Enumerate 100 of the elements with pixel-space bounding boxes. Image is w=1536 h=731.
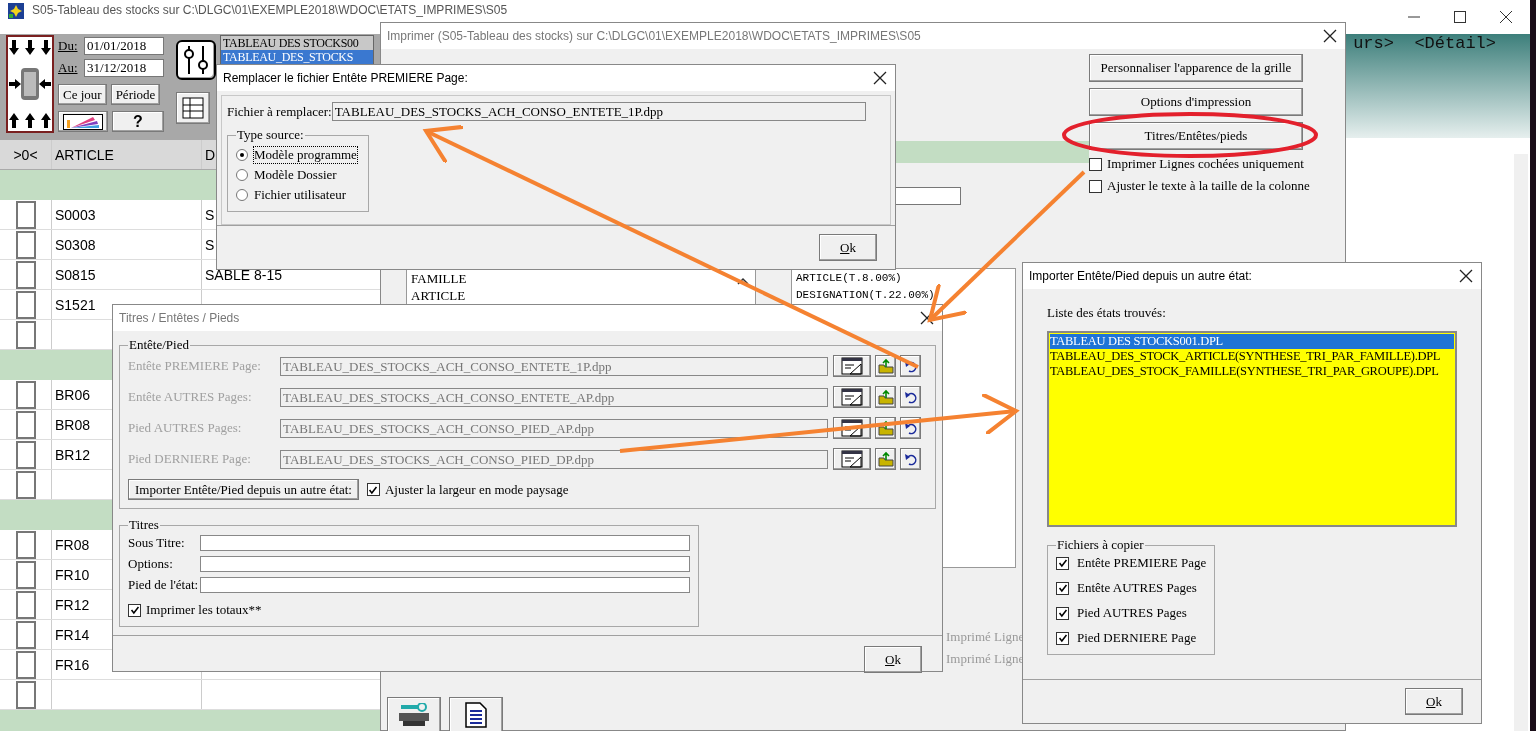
period-button[interactable]: Période [110, 84, 161, 105]
option-button[interactable]: Options d'impression [1089, 88, 1303, 116]
date-field[interactable]: 31/12/2018 [84, 59, 164, 77]
window-title: Importer Entête/Pied depuis un autre état: [1029, 269, 1252, 283]
list-item[interactable]: TABLEAU_DES_STOCKS [221, 50, 373, 64]
column-header[interactable]: >0< [0, 140, 52, 169]
close-icon[interactable] [1459, 269, 1473, 283]
checkbox[interactable] [15, 410, 36, 439]
file-field: TABLEAU_DES_STOCKS_ACH_CONSO_ENTETE_AP.dpp [280, 387, 828, 407]
undo-icon [903, 390, 918, 404]
table-cell: S0815 [55, 266, 96, 283]
file-field[interactable]: TABLEAU_DES_STOCKS_ACH_CONSO_ENTETE_1P.dpp [331, 102, 866, 121]
document-icon [464, 702, 488, 728]
preview-button[interactable] [449, 697, 503, 731]
maximize-icon[interactable] [1454, 11, 1466, 23]
open-file-button[interactable] [875, 355, 896, 377]
checkbox[interactable] [1089, 157, 1102, 171]
close-icon[interactable] [920, 311, 934, 325]
radio-button[interactable] [236, 169, 248, 181]
option-button[interactable]: Personnaliser l'apparence de la grille [1089, 54, 1303, 82]
table-cell: FR12 [55, 596, 90, 613]
list-item[interactable]: TABLEAU_DES_STOCK_ARTICLE(SYNTHESE_TRI_PAR_FAMILLE).DPL [1050, 349, 1454, 364]
folder-arrow-icon [877, 420, 894, 436]
checkbox[interactable] [15, 680, 36, 709]
edit-button[interactable] [833, 448, 871, 470]
field-label: Entête AUTRES Pages: [128, 389, 253, 405]
scroll-up-icon[interactable] [737, 277, 749, 285]
checkbox[interactable] [15, 620, 36, 649]
column-header[interactable]: ARTICLE [52, 140, 202, 169]
import-button[interactable]: Importer Entête/Pied depuis un autre état: [128, 479, 359, 500]
window-title: Imprimer (S05-Tableau des stocks) sur C:\DLGC\01\EXEMPLE2018\WDOC\ETATS_IMPRIMES\S05 [387, 29, 921, 43]
states-list[interactable]: TABLEAU DES STOCKS001.DPL TABLEAU_DES_STOCK_ARTICLE(SYNTHESE_TRI_PAR_FAMILLE).DPL TABLEAU_DES_STOCK_FAMILLE(SYNTHESE_TRI_PAR_GROUPE).DPL [1047, 331, 1457, 527]
option-button[interactable]: Titres/Entêtes/pieds [1089, 122, 1303, 150]
list-item[interactable]: TABLEAU DES STOCKS001.DPL [1050, 334, 1454, 349]
grid-button[interactable] [176, 92, 210, 124]
checkbox[interactable] [15, 260, 36, 289]
checkbox[interactable] [15, 560, 36, 589]
table-cell: BR12 [55, 446, 91, 463]
file-field: TABLEAU_DES_STOCKS_ACH_CONSO_ENTETE_1P.dpp [280, 356, 828, 376]
table-cell: FR10 [55, 566, 90, 583]
checkbox[interactable] [15, 530, 36, 559]
edit-button[interactable] [833, 386, 871, 408]
checkbox[interactable] [15, 650, 36, 679]
ok-button[interactable]: Ok [864, 646, 922, 673]
table-cell: S [205, 236, 215, 253]
list-item[interactable]: ARTICLE(T.8.00%) [796, 270, 1011, 287]
checkbox[interactable] [1056, 606, 1069, 620]
list-item[interactable]: FAMILLE [411, 270, 751, 287]
date-field[interactable]: 01/01/2018 [84, 37, 164, 55]
help-button[interactable]: ? [112, 111, 164, 132]
checkbox[interactable] [1089, 179, 1102, 193]
checkbox[interactable] [15, 200, 36, 229]
list-item[interactable]: TABLEAU_DES_STOCK_FAMILLE(SYNTHESE_TRI_PAR_GROUPE).DPL [1050, 364, 1454, 379]
checkbox[interactable] [1056, 556, 1069, 570]
close-icon[interactable] [1323, 29, 1337, 43]
chart-button[interactable] [58, 111, 108, 132]
radio-button[interactable] [236, 149, 248, 161]
radio-label: Modèle Dossier [254, 167, 337, 183]
checkbox[interactable] [15, 470, 36, 499]
radio-button[interactable] [236, 189, 248, 201]
checkbox[interactable] [1056, 631, 1069, 645]
checkbox-label: Entête PREMIERE Page [1077, 555, 1207, 571]
settings-button[interactable] [176, 40, 216, 80]
today-button[interactable]: Ce jour [58, 84, 107, 105]
window-title: Remplacer le fichier Entête PREMIERE Page: [223, 71, 468, 85]
list-item[interactable]: ARTICLE [411, 287, 751, 304]
checkbox[interactable] [15, 440, 36, 469]
list-item[interactable]: DESIGNATION(T.22.00%) [796, 287, 1011, 304]
undo-button[interactable] [900, 386, 921, 408]
checkbox[interactable] [366, 483, 380, 496]
checkbox[interactable] [15, 230, 36, 259]
close-icon[interactable] [1500, 11, 1512, 23]
ok-button[interactable]: Ok [1405, 688, 1463, 715]
field-label: Au: [58, 60, 79, 76]
table-cell: FR08 [55, 536, 90, 553]
checkbox[interactable] [15, 320, 36, 349]
close-icon[interactable] [873, 71, 887, 85]
folder-arrow-icon [877, 451, 894, 467]
open-file-button[interactable] [875, 448, 896, 470]
list-item[interactable]: TABLEAU DES STOCKS00 [221, 36, 373, 50]
printer-setup-button[interactable] [387, 697, 441, 731]
undo-button[interactable] [900, 448, 921, 470]
group-label: Type source: [236, 127, 305, 143]
edit-button[interactable] [833, 355, 871, 377]
checkbox[interactable] [128, 603, 141, 617]
field-label: Sous Titre: [128, 535, 186, 551]
text-field[interactable] [200, 535, 690, 551]
checkbox[interactable] [1056, 581, 1069, 595]
window-title: Titres / Entêtes / Pieds [119, 311, 240, 325]
text-field[interactable] [200, 556, 690, 572]
table-icon [182, 97, 204, 119]
ok-button[interactable]: Ok [819, 234, 877, 261]
text-field[interactable] [200, 577, 690, 593]
navigation-button[interactable] [6, 35, 54, 133]
open-file-button[interactable] [875, 386, 896, 408]
folder-arrow-icon [877, 358, 894, 374]
checkbox[interactable] [15, 380, 36, 409]
checkbox[interactable] [15, 290, 36, 319]
table-cell: S [205, 206, 215, 223]
checkbox[interactable] [15, 590, 36, 619]
